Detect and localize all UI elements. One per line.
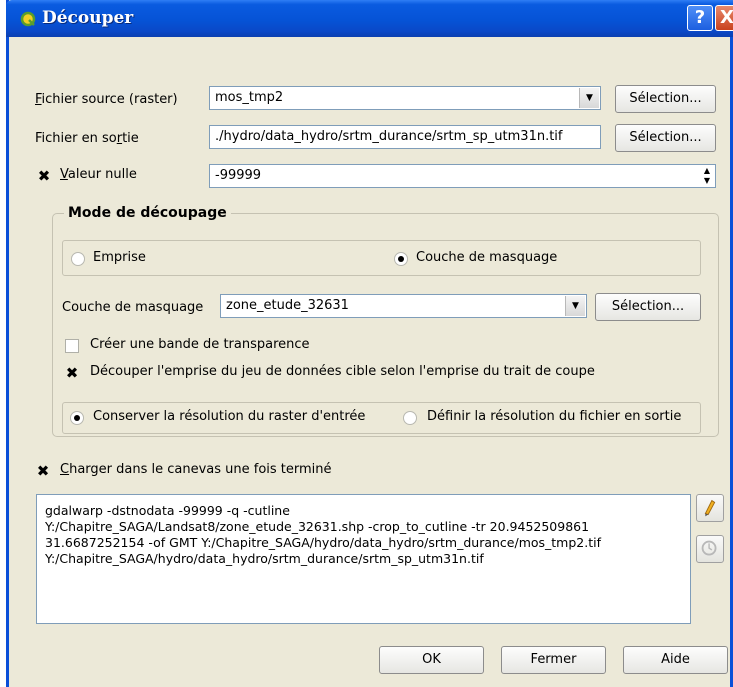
pencil-edit-icon <box>704 499 716 517</box>
keep-resolution-label: Conserver la résolution du raster d'entr… <box>93 409 366 424</box>
source-select-button[interactable]: Sélection... <box>615 85 716 113</box>
nodata-spinbox[interactable]: -99999 ▲ ▼ <box>209 164 716 188</box>
mask-layer-value: zone_etude_32631 <box>226 298 349 313</box>
nodata-label: Valeur nulle <box>60 167 137 182</box>
qgis-logo-icon <box>20 11 36 27</box>
output-select-button[interactable]: Sélection... <box>615 124 716 152</box>
crop-to-cutline-label: Découper l'emprise du jeu de données cib… <box>90 364 595 379</box>
mode-radio-panel <box>62 240 701 276</box>
mask-layer-radio[interactable] <box>394 252 408 266</box>
reset-icon <box>701 540 717 556</box>
chevron-down-icon[interactable]: ▼ <box>579 88 599 108</box>
output-file-label: Fichier en sortie <box>35 131 139 146</box>
crop-to-cutline-checkbox[interactable]: ✖ <box>65 366 79 381</box>
help-title-button[interactable]: ? <box>687 5 713 31</box>
source-file-value: mos_tmp2 <box>215 90 284 105</box>
chevron-down-icon[interactable]: ▼ <box>565 296 585 316</box>
help-button[interactable]: Aide <box>623 646 728 674</box>
keep-resolution-radio[interactable] <box>70 411 84 425</box>
nodata-checkbox[interactable]: ✖ <box>37 169 51 184</box>
source-file-label: Fichier source (raster) <box>35 92 178 107</box>
window-title: Découper <box>42 8 134 28</box>
nodata-value: -99999 <box>215 168 262 183</box>
source-file-combo[interactable]: mos_tmp2 ▼ <box>209 86 601 110</box>
mask-layer-radio-label: Couche de masquage <box>416 250 558 265</box>
load-canvas-checkbox[interactable]: ✖ <box>36 464 50 479</box>
mask-layer-label: Couche de masquage <box>62 300 204 315</box>
mask-layer-combo[interactable]: zone_etude_32631 ▼ <box>220 294 587 318</box>
alpha-band-checkbox[interactable] <box>65 339 79 353</box>
ok-button[interactable]: OK <box>379 646 484 674</box>
alpha-band-label: Créer une bande de transparence <box>90 337 310 352</box>
mask-select-button[interactable]: Sélection... <box>595 293 701 321</box>
output-file-input[interactable]: ./hydro/data_hydro/srtm_durance/srtm_sp_… <box>209 125 601 149</box>
dialog-window: Découper ? X Fichier source (raster) mos… <box>6 0 733 687</box>
edit-command-button[interactable] <box>696 494 724 522</box>
spin-arrows-icon[interactable]: ▲ ▼ <box>700 166 714 186</box>
load-canvas-label: Charger dans le canevas une fois terminé <box>60 462 332 477</box>
extent-radio[interactable] <box>71 252 85 266</box>
reset-command-button[interactable] <box>696 535 724 563</box>
close-title-button[interactable]: X <box>715 5 733 31</box>
set-resolution-radio[interactable] <box>403 411 417 425</box>
output-file-value: ./hydro/data_hydro/srtm_durance/srtm_sp_… <box>215 129 563 144</box>
close-button[interactable]: Fermer <box>501 646 606 674</box>
set-resolution-label: Définir la résolution du fichier en sort… <box>427 409 682 424</box>
gdal-command-text[interactable]: gdalwarp -dstnodata -99999 -q -cutline Y… <box>36 494 691 624</box>
title-bar[interactable]: Découper ? X <box>6 0 733 37</box>
clipping-mode-title: Mode de découpage <box>64 205 231 221</box>
extent-radio-label: Emprise <box>93 250 146 265</box>
